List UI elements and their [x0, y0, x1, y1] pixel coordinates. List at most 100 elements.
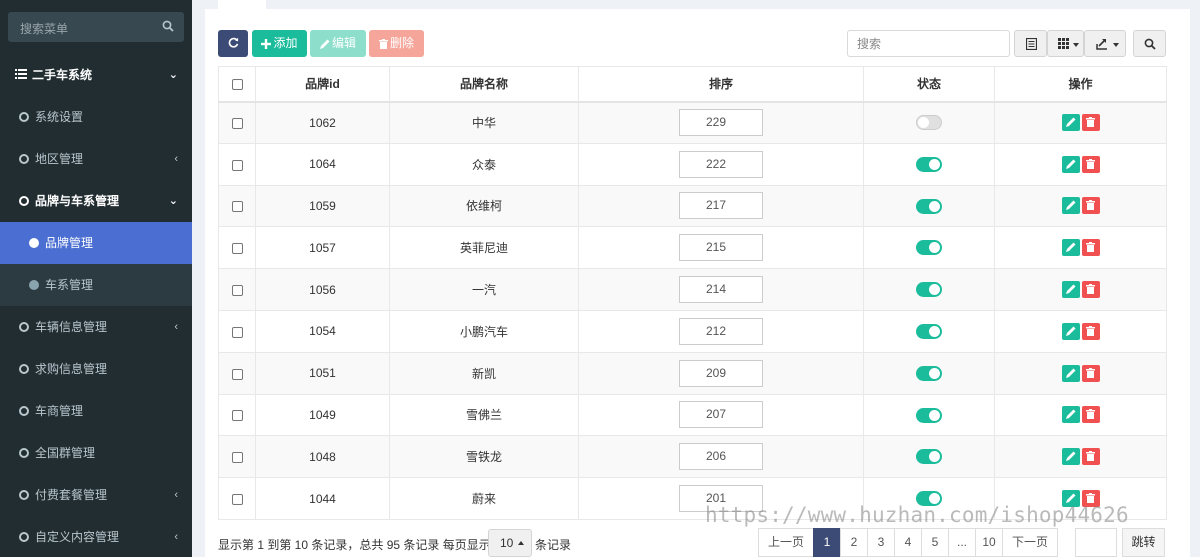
- row-checkbox[interactable]: [231, 452, 243, 464]
- sidebar-item[interactable]: 车商管理: [0, 390, 192, 432]
- row-delete-button[interactable]: [1081, 364, 1100, 382]
- row-delete-button[interactable]: [1081, 406, 1100, 424]
- status-toggle[interactable]: [916, 324, 942, 340]
- row-checkbox[interactable]: [231, 326, 243, 338]
- row-edit-button[interactable]: [1061, 281, 1080, 299]
- sidebar-item[interactable]: 自定义内容管理 ‹: [0, 516, 192, 557]
- search-icon[interactable]: [162, 20, 174, 32]
- page-button[interactable]: 2: [840, 528, 868, 557]
- row-edit-button[interactable]: [1061, 490, 1080, 508]
- order-input[interactable]: 222: [679, 150, 763, 178]
- order-input[interactable]: 212: [679, 317, 763, 345]
- row-checkbox[interactable]: [231, 368, 243, 380]
- select-all-checkbox[interactable]: [231, 79, 243, 91]
- menu-search[interactable]: 搜索菜单: [8, 12, 184, 42]
- page-button[interactable]: 1: [813, 528, 841, 557]
- page-button[interactable]: 10: [975, 528, 1003, 557]
- actions-cell: [994, 184, 1167, 228]
- jump-button[interactable]: 跳转: [1122, 528, 1165, 557]
- row-delete-button[interactable]: [1081, 239, 1100, 257]
- prev-page-button[interactable]: 上一页: [758, 528, 814, 557]
- page-button[interactable]: ...: [948, 528, 976, 557]
- column-header-name[interactable]: 品牌名称: [389, 66, 579, 103]
- row-checkbox[interactable]: [231, 284, 243, 296]
- sidebar-item[interactable]: 品牌管理: [0, 222, 192, 264]
- status-toggle[interactable]: [916, 115, 942, 131]
- column-header-id[interactable]: 品牌id: [255, 66, 390, 103]
- status-toggle[interactable]: [916, 449, 942, 465]
- status-toggle[interactable]: [916, 198, 942, 214]
- plus-icon: [261, 39, 272, 49]
- column-header-status[interactable]: 状态: [863, 66, 995, 103]
- row-checkbox[interactable]: [231, 243, 243, 255]
- row-edit-button[interactable]: [1061, 114, 1080, 132]
- edit-button[interactable]: 编辑: [310, 30, 366, 57]
- advanced-search-button[interactable]: [1133, 30, 1166, 57]
- order-input[interactable]: 209: [679, 359, 763, 387]
- sidebar-item[interactable]: 求购信息管理: [0, 348, 192, 390]
- next-page-button[interactable]: 下一页: [1002, 528, 1058, 557]
- row-checkbox[interactable]: [231, 201, 243, 213]
- row-checkbox[interactable]: [231, 159, 243, 171]
- status-toggle[interactable]: [916, 282, 942, 298]
- sidebar-item[interactable]: 付费套餐管理 ‹: [0, 474, 192, 516]
- page-size-select[interactable]: 10: [488, 529, 532, 557]
- order-input[interactable]: 201: [679, 485, 763, 513]
- sidebar-item[interactable]: 全国群管理: [0, 432, 192, 474]
- sidebar-item[interactable]: 系统设置: [0, 96, 192, 138]
- row-delete-button[interactable]: [1081, 114, 1100, 132]
- search-input[interactable]: [847, 30, 1010, 57]
- row-delete-button[interactable]: [1081, 322, 1100, 340]
- refresh-button[interactable]: [218, 30, 248, 57]
- page-button[interactable]: 3: [867, 528, 895, 557]
- row-edit-button[interactable]: [1061, 322, 1080, 340]
- row-checkbox[interactable]: [231, 410, 243, 422]
- row-edit-button[interactable]: [1061, 406, 1080, 424]
- select-all-cell: [218, 66, 256, 103]
- columns-button[interactable]: [1047, 30, 1084, 57]
- column-header-order[interactable]: 排序: [578, 66, 864, 103]
- sidebar-item[interactable]: 品牌与车系管理 ⌄: [0, 180, 192, 222]
- active-tab[interactable]: [218, 0, 266, 9]
- page-button[interactable]: 4: [894, 528, 922, 557]
- toggle-view-button[interactable]: [1014, 30, 1047, 57]
- row-edit-button[interactable]: [1061, 364, 1080, 382]
- row-delete-button[interactable]: [1081, 448, 1100, 466]
- export-button[interactable]: [1084, 30, 1126, 57]
- row-edit-button[interactable]: [1061, 197, 1080, 215]
- status-cell: [863, 309, 995, 353]
- status-toggle[interactable]: [916, 240, 942, 256]
- row-delete-button[interactable]: [1081, 490, 1100, 508]
- sidebar-item[interactable]: 二手车系统 ⌄: [0, 54, 192, 96]
- order-input[interactable]: 214: [679, 276, 763, 304]
- status-toggle[interactable]: [916, 491, 942, 507]
- sidebar-menu: 二手车系统 ⌄ 系统设置 地区管理 ‹ 品牌与车系管理 ⌄ 品牌管理 车系管理 车辆信息管理 ‹ 求购…: [0, 54, 192, 557]
- row-delete-button[interactable]: [1081, 197, 1100, 215]
- row-delete-button[interactable]: [1081, 155, 1100, 173]
- actions-cell: [994, 101, 1167, 144]
- order-input[interactable]: 206: [679, 443, 763, 471]
- row-edit-button[interactable]: [1061, 239, 1080, 257]
- jump-page-input[interactable]: [1075, 528, 1117, 557]
- delete-button[interactable]: 删除: [369, 30, 424, 57]
- add-button[interactable]: 添加: [252, 30, 307, 57]
- row-edit-button[interactable]: [1061, 448, 1080, 466]
- order-input[interactable]: 229: [679, 109, 763, 137]
- row-edit-button[interactable]: [1061, 155, 1080, 173]
- sidebar-item[interactable]: 车辆信息管理 ‹: [0, 306, 192, 348]
- row-checkbox[interactable]: [231, 493, 243, 505]
- order-input[interactable]: 217: [679, 192, 763, 220]
- status-toggle[interactable]: [916, 156, 942, 172]
- chevron-icon: ⌄: [168, 195, 178, 207]
- page-button[interactable]: 5: [921, 528, 949, 557]
- sidebar-item[interactable]: 车系管理: [0, 264, 192, 306]
- status-toggle[interactable]: [916, 365, 942, 381]
- sidebar-item[interactable]: 地区管理 ‹: [0, 138, 192, 180]
- status-toggle[interactable]: [916, 407, 942, 423]
- row-checkbox[interactable]: [231, 117, 243, 129]
- order-input[interactable]: 215: [679, 234, 763, 262]
- trash-icon: [1085, 284, 1095, 295]
- order-input[interactable]: 207: [679, 401, 763, 429]
- brand-id: 1051: [255, 351, 390, 395]
- row-delete-button[interactable]: [1081, 281, 1100, 299]
